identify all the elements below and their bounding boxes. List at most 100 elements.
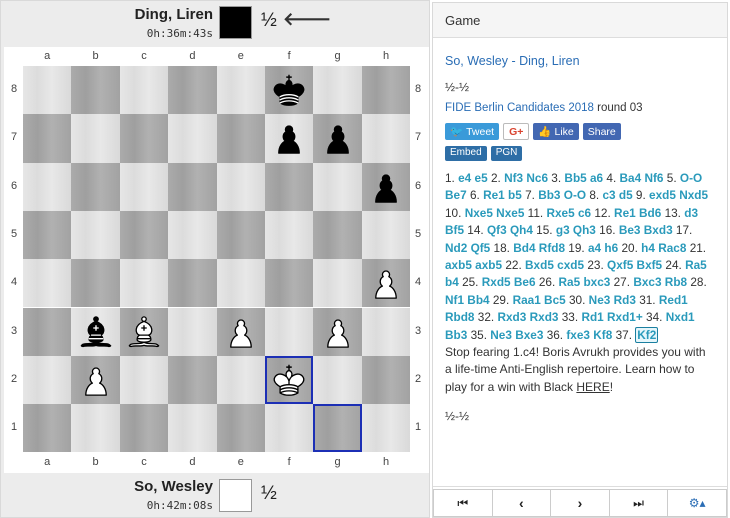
square-b6[interactable] (71, 162, 120, 211)
move[interactable]: a4 (588, 241, 601, 255)
embed-button[interactable]: Embed (445, 146, 487, 161)
move[interactable]: Bxe3 (515, 328, 543, 342)
square-b3[interactable] (71, 307, 120, 356)
move[interactable]: Bd6 (639, 206, 661, 220)
event-link[interactable]: FIDE Berlin Candidates 2018 (445, 102, 594, 114)
white-player-link[interactable]: So, Wesley (445, 54, 508, 68)
square-f1[interactable] (265, 404, 314, 453)
move[interactable]: Nc6 (526, 171, 548, 185)
move[interactable]: Nd2 (445, 241, 467, 255)
move[interactable]: exd5 (649, 188, 676, 202)
share-button[interactable]: Share (582, 123, 621, 140)
move[interactable]: Red1 (659, 293, 688, 307)
move[interactable]: bxc3 (583, 275, 610, 289)
square-b5[interactable] (71, 210, 120, 260)
like-button[interactable]: 👍 Like (533, 123, 579, 140)
move[interactable]: h6 (604, 241, 618, 255)
square-d2[interactable] (168, 355, 217, 405)
move[interactable]: Qh4 (510, 223, 533, 237)
move[interactable]: Bb3 (445, 328, 467, 342)
move[interactable]: Nxd5 (679, 188, 708, 202)
square-f4[interactable] (265, 259, 314, 308)
settings-button[interactable]: ⚙▴ (667, 489, 727, 517)
move[interactable]: Bd4 (513, 241, 535, 255)
square-a8[interactable] (23, 66, 72, 115)
square-d7[interactable] (168, 114, 217, 163)
square-b4[interactable] (71, 259, 120, 308)
move[interactable]: b5 (508, 188, 522, 202)
move[interactable]: g3 (556, 223, 570, 237)
move[interactable]: Ba4 (620, 171, 642, 185)
move[interactable]: O-O (680, 171, 702, 185)
square-h4[interactable] (361, 259, 411, 308)
move[interactable]: Kf8 (593, 328, 612, 342)
move[interactable]: cxd5 (557, 258, 584, 272)
move[interactable]: Re1 (483, 188, 505, 202)
move[interactable]: c6 (578, 206, 591, 220)
gplus-button[interactable]: G+ (503, 123, 530, 140)
white-pawn-icon[interactable] (362, 259, 410, 307)
square-c8[interactable] (119, 66, 169, 115)
chess-board[interactable] (23, 66, 411, 453)
move[interactable]: Rd3 (614, 293, 636, 307)
square-c1[interactable] (119, 404, 169, 453)
move[interactable]: Bc5 (544, 293, 566, 307)
square-g7[interactable] (313, 114, 362, 163)
last-move-button[interactable]: ⏭ (608, 489, 669, 517)
move[interactable]: Kf2 (635, 326, 659, 343)
move[interactable]: axb5 (475, 258, 502, 272)
square-b8[interactable] (71, 66, 120, 115)
white-king-icon[interactable] (265, 356, 313, 404)
move[interactable]: Qf5 (471, 241, 491, 255)
move[interactable]: Rxe5 (546, 206, 574, 220)
move[interactable]: Re1 (614, 206, 636, 220)
move[interactable]: Rxd3 (530, 310, 559, 324)
square-a6[interactable] (23, 162, 72, 211)
black-king-icon[interactable] (265, 66, 313, 114)
move[interactable]: Bxd5 (525, 258, 554, 272)
square-c6[interactable] (119, 162, 169, 211)
move[interactable]: Rfd8 (539, 241, 565, 255)
move[interactable]: Nxd1 (666, 310, 695, 324)
square-e2[interactable] (216, 355, 265, 405)
square-g3[interactable] (313, 307, 362, 356)
square-a4[interactable] (23, 259, 72, 308)
square-h1[interactable] (361, 404, 411, 453)
square-e5[interactable] (216, 210, 265, 260)
square-e6[interactable] (216, 162, 265, 211)
move[interactable]: Bxf5 (637, 258, 663, 272)
move[interactable]: Bxc3 (633, 275, 661, 289)
square-g4[interactable] (313, 259, 362, 308)
black-bishop-icon[interactable] (71, 308, 119, 356)
square-f6[interactable] (265, 162, 314, 211)
square-b2[interactable] (71, 355, 120, 405)
square-c7[interactable] (119, 114, 169, 163)
square-a7[interactable] (23, 114, 72, 163)
move[interactable]: Ra5 (685, 258, 707, 272)
black-player-link[interactable]: Ding, Liren (519, 54, 579, 68)
square-e1[interactable] (216, 404, 265, 453)
next-move-button[interactable]: › (550, 489, 610, 517)
prev-move-button[interactable]: ‹ (491, 489, 552, 517)
square-e8[interactable] (216, 66, 265, 115)
move[interactable]: h4 (641, 241, 655, 255)
square-d5[interactable] (168, 210, 217, 260)
square-h6[interactable] (361, 162, 411, 211)
move[interactable]: Rxd3 (497, 310, 526, 324)
first-move-button[interactable]: ⏮ (433, 489, 493, 517)
move[interactable]: Rb8 (665, 275, 687, 289)
square-h7[interactable] (361, 114, 411, 163)
white-pawn-icon[interactable] (217, 308, 265, 356)
move[interactable]: Bf5 (445, 223, 464, 237)
move[interactable]: Bxd3 (644, 223, 673, 237)
tweet-button[interactable]: 🐦 Tweet (445, 123, 500, 140)
square-e7[interactable] (216, 114, 265, 163)
move[interactable]: b4 (445, 275, 459, 289)
move[interactable]: Rbd8 (445, 310, 475, 324)
square-h5[interactable] (361, 210, 411, 260)
move[interactable]: Raa1 (513, 293, 541, 307)
move[interactable]: Rxd5 (482, 275, 511, 289)
square-a1[interactable] (23, 404, 72, 453)
square-b1[interactable] (71, 404, 120, 453)
move[interactable]: Rac8 (658, 241, 686, 255)
